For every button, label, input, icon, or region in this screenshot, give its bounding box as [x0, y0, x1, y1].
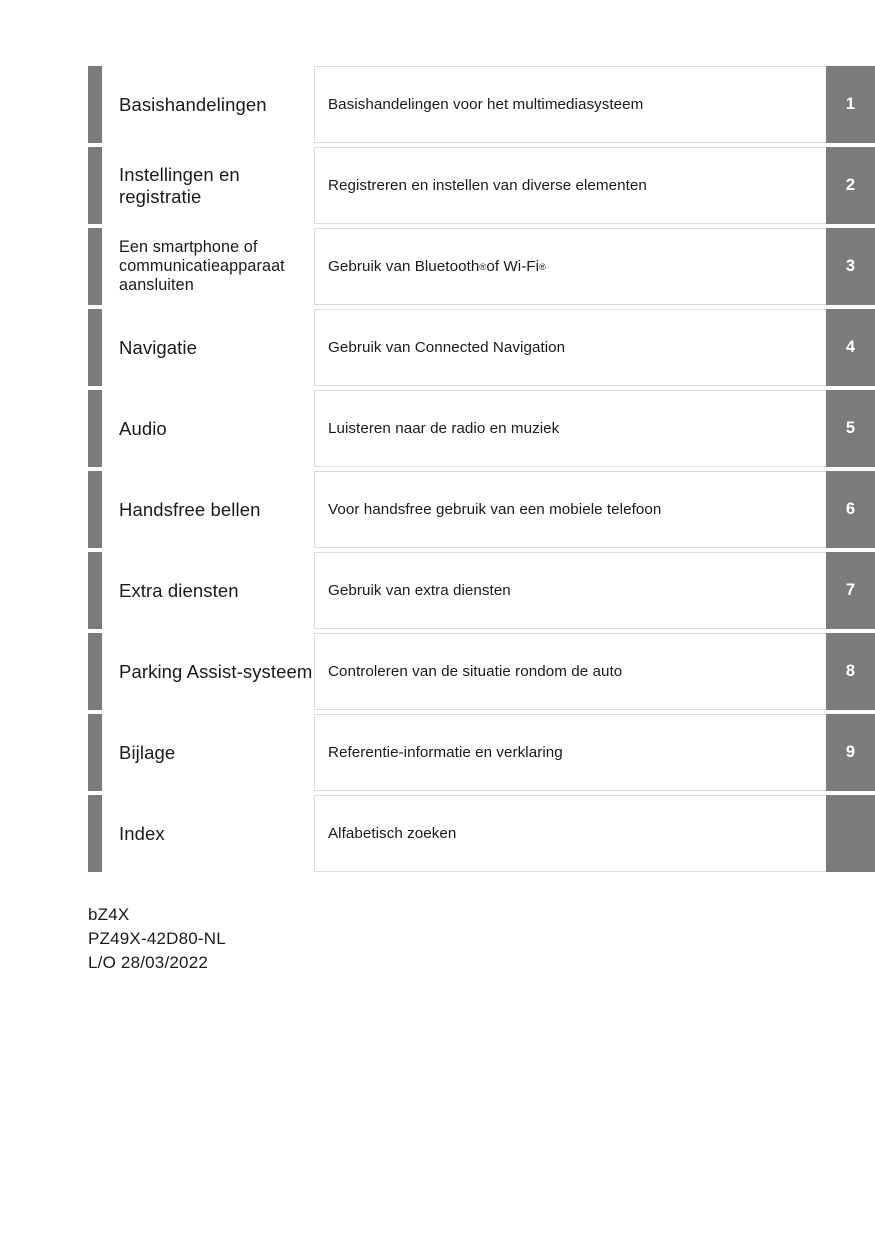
toc-row[interactable]: Bijlage Referentie-informatie en verklari… — [88, 714, 875, 791]
chapter-tab-marker — [88, 633, 102, 710]
footer-part-number: PZ49X-42D80-NL — [88, 929, 226, 949]
chapter-description: Gebruik van extra diensten — [314, 552, 826, 629]
toc-row[interactable]: Instellingen en registratie Registreren e… — [88, 147, 875, 224]
chapter-description: Basishandelingen voor het multimediasyst… — [314, 66, 826, 143]
chapter-description: Referentie-informatie en verklaring — [314, 714, 826, 791]
chapter-title: Bijlage — [119, 741, 176, 763]
chapter-tab-marker — [88, 714, 102, 791]
chapter-description: Luisteren naar de radio en muziek — [314, 390, 826, 467]
document-footer: bZ4X PZ49X-42D80-NL L/O 28/03/2022 — [88, 903, 226, 975]
chapter-number — [826, 795, 875, 872]
chapter-number: 8 — [826, 633, 875, 710]
chapter-description: Gebruik van Connected Navigation — [314, 309, 826, 386]
chapter-title: Parking Assist-systeem — [119, 660, 313, 682]
chapter-tab-marker — [88, 228, 102, 305]
chapter-number: 7 — [826, 552, 875, 629]
chapter-description: Controleren van de situatie rondom de au… — [314, 633, 826, 710]
toc-row[interactable]: Index Alfabetisch zoeken — [88, 795, 875, 872]
footer-model: bZ4X — [88, 905, 130, 924]
chapter-tab-marker — [88, 309, 102, 386]
toc-row[interactable]: Navigatie Gebruik van Connected Navigatio… — [88, 309, 875, 386]
chapter-title: Extra diensten — [119, 579, 239, 601]
chapter-description: Alfabetisch zoeken — [314, 795, 826, 872]
table-of-contents: Basishandelingen Basishandelingen voor he… — [88, 66, 875, 876]
chapter-number: 9 — [826, 714, 875, 791]
footer-layout-date: L/O 28/03/2022 — [88, 953, 209, 973]
chapter-title: Handsfree bellen — [119, 498, 261, 520]
chapter-title: Index — [119, 822, 165, 844]
chapter-description: Registreren en instellen van diverse ele… — [314, 147, 826, 224]
toc-row[interactable]: Parking Assist-systeem Controleren van de… — [88, 633, 875, 710]
chapter-number: 5 — [826, 390, 875, 467]
chapter-title: Basishandelingen — [119, 93, 267, 115]
toc-row[interactable]: Audio Luisteren naar de radio en muziek 5 — [88, 390, 875, 467]
chapter-number: 4 — [826, 309, 875, 386]
toc-row[interactable]: Basishandelingen Basishandelingen voor he… — [88, 66, 875, 143]
chapter-number: 6 — [826, 471, 875, 548]
chapter-title: Instellingen en registratie — [119, 163, 240, 207]
document-page: Basishandelingen Basishandelingen voor he… — [0, 0, 875, 1241]
chapter-tab-marker — [88, 795, 102, 872]
toc-row[interactable]: Een smartphone of communicatieapparaat a… — [88, 228, 875, 305]
chapter-tab-marker — [88, 147, 102, 224]
chapter-description: Gebruik van Bluetooth ® of Wi-Fi ® — [314, 228, 826, 305]
chapter-tab-marker — [88, 552, 102, 629]
chapter-tab-marker — [88, 471, 102, 548]
chapter-number: 3 — [826, 228, 875, 305]
description-text: Gebruik van Bluetooth — [328, 257, 480, 275]
description-text: of Wi-Fi — [486, 257, 540, 275]
chapter-description: Voor handsfree gebruik van een mobiele t… — [314, 471, 826, 548]
chapter-title: Een smartphone of communicatieapparaat a… — [119, 237, 285, 295]
chapter-title: Audio — [119, 417, 167, 439]
chapter-tab-marker — [88, 66, 102, 143]
chapter-title: Navigatie — [119, 336, 198, 358]
toc-row[interactable]: Handsfree bellen Voor handsfree gebruik v… — [88, 471, 875, 548]
toc-row[interactable]: Extra diensten Gebruik van extra diensten… — [88, 552, 875, 629]
chapter-number: 1 — [826, 66, 875, 143]
chapter-number: 2 — [826, 147, 875, 224]
chapter-tab-marker — [88, 390, 102, 467]
